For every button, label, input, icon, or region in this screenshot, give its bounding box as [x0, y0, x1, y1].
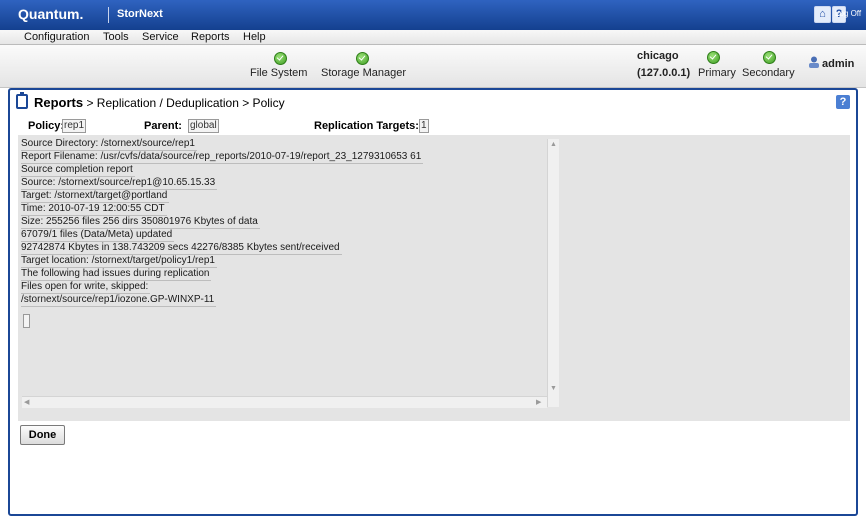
user-name[interactable]: admin [822, 58, 854, 70]
menu-configuration[interactable]: Configuration [24, 31, 89, 43]
clipboard-icon [16, 92, 28, 109]
report-text-area[interactable]: Source Directory: /stornext/source/rep1 … [20, 137, 559, 408]
policy-label: Policy: [28, 120, 65, 132]
report-panel: Reports > Replication / Deduplication > … [8, 88, 858, 516]
report-line: Time: 2010-07-19 12:00:55 CDT [21, 203, 167, 216]
report-line: The following had issues during replicat… [21, 268, 212, 281]
parent-label: Parent: [144, 120, 182, 132]
app-header: Quantum. StorNext ⌂ ? Log Off [0, 0, 866, 30]
report-line: Target: /stornext/target@portland [21, 190, 170, 203]
secondary-label: Secondary [742, 67, 795, 79]
host-ip: (127.0.0.1) [637, 67, 691, 79]
report-line: Files open for write, skipped: [21, 281, 151, 294]
report-line: Target location: /stornext/target/policy… [21, 255, 217, 268]
report-line: 92742874 Kbytes in 138.743209 secs 42276… [21, 242, 342, 255]
scroll-up-icon[interactable]: ▲ [550, 140, 557, 149]
report-line: Source completion report [21, 164, 135, 177]
report-line: Size: 255256 files 256 dirs 350801976 Kb… [21, 216, 260, 229]
scroll-left-icon[interactable]: ◀ [24, 398, 29, 407]
empty-line-box [23, 314, 30, 328]
breadcrumb: Reports > Replication / Deduplication > … [34, 95, 285, 110]
host-name: chicago [637, 50, 679, 62]
report-line: Report Filename: /usr/cvfs/data/source/r… [21, 151, 424, 164]
report-line: 67079/1 files (Data/Meta) updated [21, 229, 175, 242]
targets-label: Replication Targets: [314, 120, 419, 132]
scroll-right-icon[interactable]: ▶ [536, 398, 541, 407]
primary-status-icon [707, 51, 720, 64]
targets-value: 1 [419, 119, 429, 133]
help-icon[interactable]: ? [836, 95, 850, 109]
done-button[interactable]: Done [20, 425, 65, 445]
file-system-link[interactable]: File System [250, 67, 307, 79]
secondary-status-icon [763, 51, 776, 64]
home-icon[interactable]: ⌂ [814, 6, 831, 23]
report-line: Source Directory: /stornext/source/rep1 [21, 138, 197, 151]
horizontal-scrollbar[interactable]: ◀ ▶ [22, 396, 547, 408]
menu-bar: Configuration Tools Service Reports Help [0, 30, 866, 45]
storage-manager-link[interactable]: Storage Manager [321, 67, 406, 79]
breadcrumb-path: > Replication / Deduplication > Policy [83, 96, 285, 110]
vertical-scrollbar[interactable]: ▲ ▼ [547, 139, 559, 407]
breadcrumb-root: Reports [34, 95, 84, 110]
report-container: Source Directory: /stornext/source/rep1 … [18, 135, 850, 421]
quantum-logo: Quantum. [18, 6, 84, 22]
menu-service[interactable]: Service [142, 31, 179, 43]
policy-value: rep1 [62, 119, 87, 133]
report-line: Source: /stornext/source/rep1@10.65.15.3… [21, 177, 218, 190]
brand-divider [108, 7, 109, 23]
product-name: StorNext [117, 8, 163, 20]
status-strip: File System Storage Manager chicago (127… [0, 45, 866, 88]
report-line: /stornext/source/rep1/iozone.GP-WINXP-11 [21, 294, 217, 307]
user-icon [808, 56, 820, 68]
primary-label: Primary [698, 67, 736, 79]
menu-tools[interactable]: Tools [103, 31, 129, 43]
file-system-status-icon [274, 52, 287, 65]
menu-help[interactable]: Help [243, 31, 266, 43]
log-off-link[interactable]: Log Off [835, 9, 861, 18]
storage-manager-status-icon [356, 52, 369, 65]
parent-value: global [188, 119, 219, 133]
scroll-down-icon[interactable]: ▼ [550, 384, 557, 393]
menu-reports[interactable]: Reports [191, 31, 230, 43]
